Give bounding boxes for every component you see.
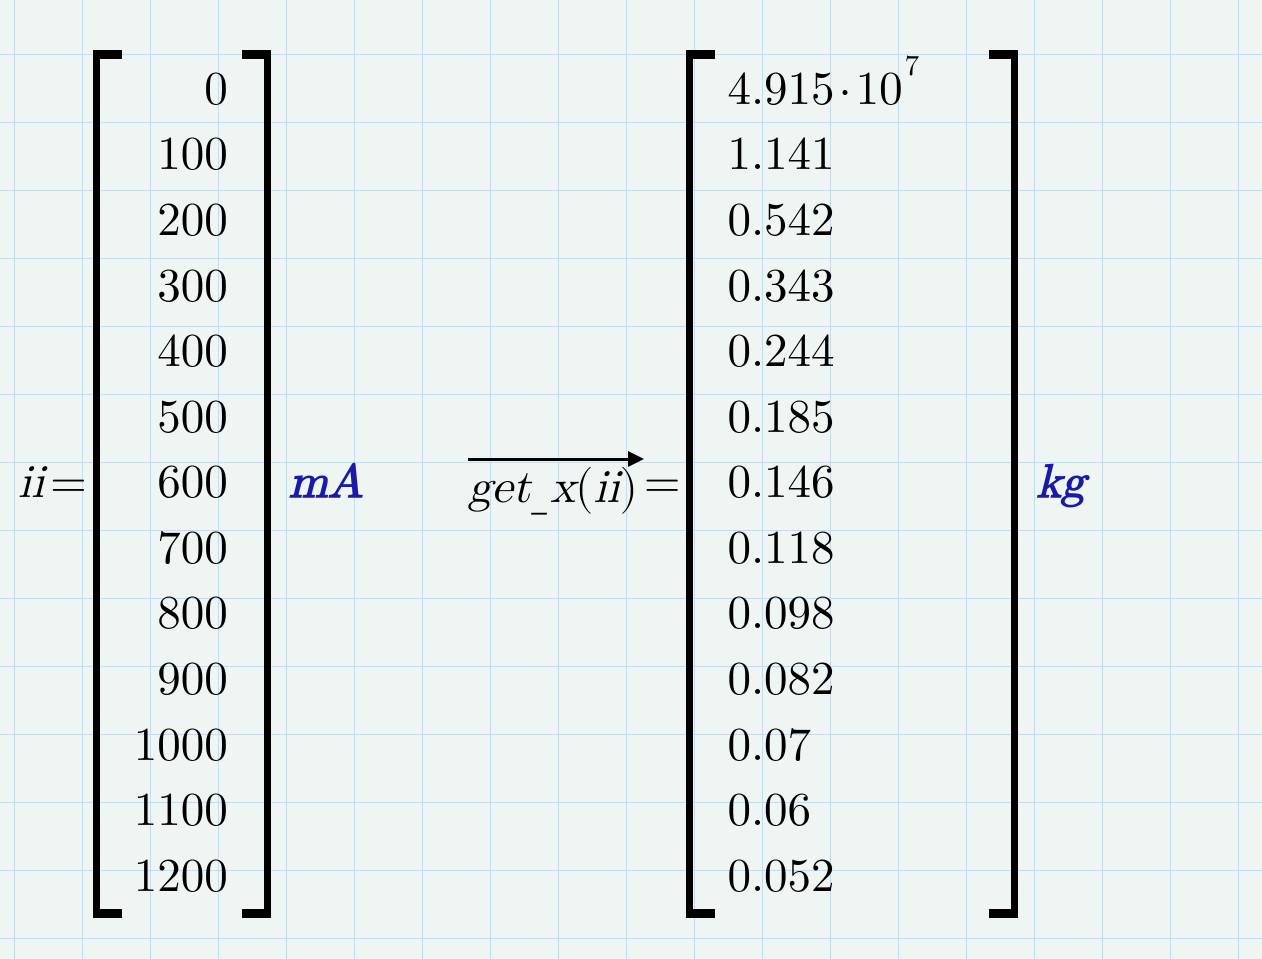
paren-close: ) bbox=[620, 465, 638, 512]
vector-getx-cell: 0.185 bbox=[727, 386, 975, 451]
vector-ii-cell: 100 bbox=[134, 124, 228, 189]
vector-getx-cell: 0.082 bbox=[727, 648, 975, 713]
equals-right: = bbox=[638, 456, 687, 512]
vector-ii-cell: 900 bbox=[134, 648, 228, 713]
fn-getx: get_x(ii) bbox=[468, 465, 638, 518]
paren-open: ( bbox=[575, 465, 593, 512]
exponent: 7 bbox=[905, 52, 920, 83]
expr-ii: ii = 01002003004005006007008009001000110… bbox=[18, 50, 363, 918]
bracket-right-close bbox=[989, 50, 1018, 918]
vector-getx-cell: 0.244 bbox=[727, 320, 975, 385]
vector-getx-cell: 0.052 bbox=[727, 845, 975, 910]
vector-ii-values: 0100200300400500600700800900100011001200 bbox=[128, 50, 234, 918]
unit-mA: mA bbox=[289, 456, 363, 512]
equals-left: = bbox=[44, 456, 93, 512]
vector-ii-cell: 500 bbox=[134, 386, 228, 451]
vector-ii-cell: 1200 bbox=[134, 845, 228, 910]
vector-ii-cell: 700 bbox=[134, 517, 228, 582]
bracket-left-close bbox=[242, 50, 271, 918]
vector-ii-cell: 800 bbox=[134, 583, 228, 648]
vector-getx-cell: 4.915⋅107 bbox=[727, 58, 975, 123]
fn-arg: ii bbox=[593, 465, 619, 512]
vector-getx-cell: 0.098 bbox=[727, 583, 975, 648]
bracket-right-open bbox=[686, 50, 715, 918]
vector-getx-cell: 0.343 bbox=[727, 255, 975, 320]
vector-arrow-over-fn: get_x(ii) bbox=[468, 452, 638, 517]
unit-kg: kg bbox=[1036, 456, 1084, 512]
vector-getx-values: 4.915⋅1071.1410.5420.3430.2440.1850.1460… bbox=[721, 50, 981, 918]
underscore-dot: _ bbox=[531, 471, 551, 518]
vector-getx-cell: 0.07 bbox=[727, 714, 975, 779]
vector-getx-cell: 0.118 bbox=[727, 517, 975, 582]
base: 10 bbox=[856, 66, 903, 115]
vector-ii-cell: 600 bbox=[134, 451, 228, 516]
vector-ii-cell: 300 bbox=[134, 255, 228, 320]
vector-ii-cell: 1100 bbox=[134, 779, 228, 844]
fn-name-part1: get bbox=[468, 465, 531, 512]
mantissa: 4.915 bbox=[727, 66, 834, 115]
vector-getx: 4.915⋅1071.1410.5420.3430.2440.1850.1460… bbox=[686, 50, 1018, 918]
vector-ii-cell: 400 bbox=[134, 320, 228, 385]
vector-getx-cell: 0.542 bbox=[727, 189, 975, 254]
var-ii: ii bbox=[18, 456, 44, 512]
vector-getx-cell: 0.06 bbox=[727, 779, 975, 844]
vector-ii-cell: 1000 bbox=[134, 714, 228, 779]
expr-getx: get_x(ii) = 4.915⋅1071.1410.5420.3430.24… bbox=[468, 50, 1085, 918]
arrow-icon bbox=[468, 452, 642, 466]
vector-getx-cell: 0.146 bbox=[727, 451, 975, 516]
vector-ii: 0100200300400500600700800900100011001200 bbox=[93, 50, 271, 918]
fn-name-part2: x bbox=[550, 465, 575, 512]
mult-dot: ⋅ bbox=[835, 66, 856, 115]
vector-getx-cell: 1.141 bbox=[727, 124, 975, 189]
bracket-left-open bbox=[93, 50, 122, 918]
math-worksheet: ii = 01002003004005006007008009001000110… bbox=[0, 0, 1262, 959]
vector-ii-cell: 0 bbox=[134, 58, 228, 123]
vector-ii-cell: 200 bbox=[134, 189, 228, 254]
